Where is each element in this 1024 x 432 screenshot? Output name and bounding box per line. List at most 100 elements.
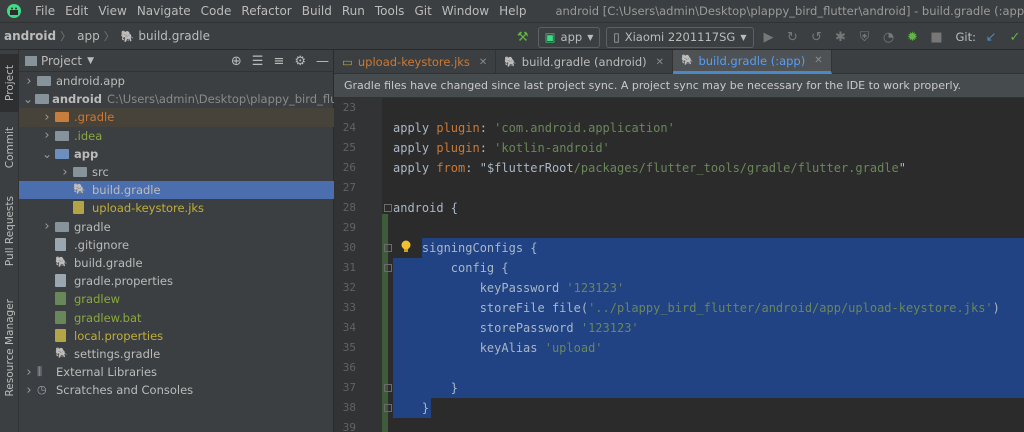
line-number: 30: [342, 241, 356, 254]
tree-item[interactable]: gradlew: [19, 290, 334, 308]
fold-marker-icon[interactable]: [384, 244, 392, 252]
breadcrumb-module[interactable]: app: [73, 29, 102, 43]
gear-icon[interactable]: ⚙: [294, 54, 306, 69]
menu-help[interactable]: Help: [494, 0, 531, 22]
editor-tab-label: build.gradle (:app): [698, 53, 806, 68]
hide-icon[interactable]: —: [316, 54, 329, 69]
fold-marker-icon[interactable]: [384, 404, 392, 412]
tool-tab-resource-manager[interactable]: Resource Manager: [0, 290, 19, 406]
folder-icon: [55, 110, 71, 124]
collapse-all-icon[interactable]: ≡: [273, 54, 284, 69]
code-token: /packages/flutter_tools/gradle/flutter.g…: [573, 161, 899, 175]
apply-code-changes-icon[interactable]: ↺: [808, 28, 826, 46]
menu-code[interactable]: Code: [196, 0, 237, 22]
menu-tools[interactable]: Tools: [370, 0, 410, 22]
line-number: 29: [342, 221, 356, 234]
device-select[interactable]: ▯ Xiaomi 2201117SG ▼: [606, 26, 754, 48]
chevron-right-icon[interactable]: ›: [41, 219, 53, 234]
code-token: apply: [393, 141, 437, 155]
project-panel-header: Project ▼ ⊕ ☰ ≡ ⚙ —: [19, 50, 333, 72]
tree-item[interactable]: › gradle: [19, 218, 334, 236]
tree-item-label: local.properties: [74, 328, 164, 343]
code-line: 28 android {: [334, 198, 1024, 218]
fold-marker-icon[interactable]: [384, 264, 392, 272]
chevron-right-icon[interactable]: ›: [23, 383, 35, 398]
chevron-down-icon: ▼: [587, 32, 594, 42]
tree-item[interactable]: › android.app: [19, 72, 334, 90]
tree-item[interactable]: › .idea: [19, 127, 334, 145]
chevron-right-icon[interactable]: ›: [23, 365, 35, 380]
chevron-down-icon[interactable]: ⌄: [41, 147, 53, 161]
code-line: 23: [334, 98, 1024, 118]
apply-changes-icon[interactable]: ↻: [784, 28, 802, 46]
menu-build[interactable]: Build: [297, 0, 337, 22]
code-text: signingConfigs {: [393, 238, 538, 258]
tree-item[interactable]: › ⫼ External Libraries: [19, 363, 334, 381]
editor-tab-label: build.gradle (android): [521, 55, 647, 69]
menu-refactor[interactable]: Refactor: [236, 0, 296, 22]
chevron-right-icon[interactable]: ›: [41, 110, 53, 125]
close-tab-icon[interactable]: ✕: [479, 57, 487, 68]
code-line: 37 }: [334, 378, 1024, 398]
code-editor[interactable]: 23 24 apply plugin: 'com.android.applicati…: [334, 98, 1024, 432]
tree-item[interactable]: › ◷ Scratches and Consoles: [19, 381, 334, 399]
menu-window[interactable]: Window: [437, 0, 494, 22]
tree-item[interactable]: gradlew.bat: [19, 308, 334, 326]
tree-item[interactable]: ⌄ android C:\Users\admin\Desktop\plappy_bi…: [19, 90, 406, 108]
menu-file[interactable]: File: [30, 0, 60, 22]
profile-icon[interactable]: ◔: [880, 28, 898, 46]
tree-item-label: build.gradle: [92, 183, 161, 198]
fold-marker-icon[interactable]: [384, 384, 392, 392]
git-commit-icon[interactable]: ✓: [1006, 28, 1024, 46]
editor-tab[interactable]: ▭ upload-keystore.jks ✕: [334, 50, 497, 74]
left-tool-window-strip: Project Commit Pull Requests Resource Ma…: [0, 50, 19, 432]
tree-item[interactable]: .gitignore: [19, 236, 334, 254]
close-tab-icon[interactable]: ✕: [814, 55, 822, 66]
editor-tab[interactable]: 🐘 build.gradle (:app) ✕: [673, 50, 832, 74]
menu-run[interactable]: Run: [337, 0, 370, 22]
menu-view[interactable]: View: [93, 0, 131, 22]
fold-marker-icon[interactable]: [384, 204, 392, 212]
menu-navigate[interactable]: Navigate: [132, 0, 196, 22]
tool-tab-pull-requests[interactable]: Pull Requests: [0, 186, 19, 276]
menu-git[interactable]: Git: [409, 0, 436, 22]
stop-icon[interactable]: ■: [928, 28, 946, 46]
close-tab-icon[interactable]: ✕: [656, 57, 664, 68]
android-studio-logo-icon: [6, 3, 22, 19]
phone-icon: ▯: [613, 30, 620, 44]
expand-all-icon[interactable]: ☰: [252, 54, 264, 69]
run-icon[interactable]: ▶: [760, 28, 778, 46]
menu-edit[interactable]: Edit: [60, 0, 93, 22]
gradle-elephant-icon: 🐘: [681, 55, 694, 66]
code-line: 39: [334, 418, 1024, 432]
tree-item[interactable]: 🐘 build.gradle: [19, 181, 334, 200]
tool-tab-commit[interactable]: Commit: [0, 120, 19, 176]
tree-item[interactable]: local.properties: [19, 327, 334, 345]
breadcrumb-file[interactable]: 🐘 build.gradle: [117, 29, 212, 43]
tree-item[interactable]: upload-keystore.jks: [19, 199, 334, 217]
chevron-down-icon[interactable]: ▼: [87, 56, 94, 66]
chevron-down-icon[interactable]: ⌄: [23, 92, 33, 106]
coverage-icon[interactable]: ⛨: [856, 28, 874, 46]
chevron-right-icon[interactable]: ›: [41, 128, 53, 143]
breadcrumb-root[interactable]: android: [0, 29, 58, 43]
locate-file-icon[interactable]: ⊕: [231, 54, 242, 69]
run-configuration-select[interactable]: ▣ app ▼: [537, 26, 601, 48]
project-view-select[interactable]: Project: [41, 54, 82, 68]
tree-item[interactable]: 🐘 settings.gradle: [19, 345, 334, 363]
tree-item[interactable]: › .gradle: [19, 108, 334, 127]
code-token: keyAlias: [393, 341, 545, 355]
chevron-right-icon[interactable]: ›: [59, 165, 71, 180]
tree-item[interactable]: gradle.properties: [19, 272, 334, 290]
git-update-icon[interactable]: ↙: [982, 28, 1000, 46]
build-hammer-icon[interactable]: ⚒: [514, 28, 532, 46]
debug-icon[interactable]: ✱: [832, 28, 850, 46]
lightbulb-intention-icon[interactable]: [400, 240, 412, 254]
tree-item[interactable]: ⌄ app: [19, 145, 334, 163]
attach-debugger-icon[interactable]: ✹: [904, 28, 922, 46]
tool-tab-project[interactable]: Project: [0, 54, 19, 112]
tree-item[interactable]: › src: [19, 163, 334, 181]
editor-tab[interactable]: 🐘 build.gradle (android) ✕: [496, 50, 674, 74]
tree-item[interactable]: 🐘 build.gradle: [19, 254, 334, 272]
chevron-right-icon[interactable]: ›: [23, 74, 35, 89]
